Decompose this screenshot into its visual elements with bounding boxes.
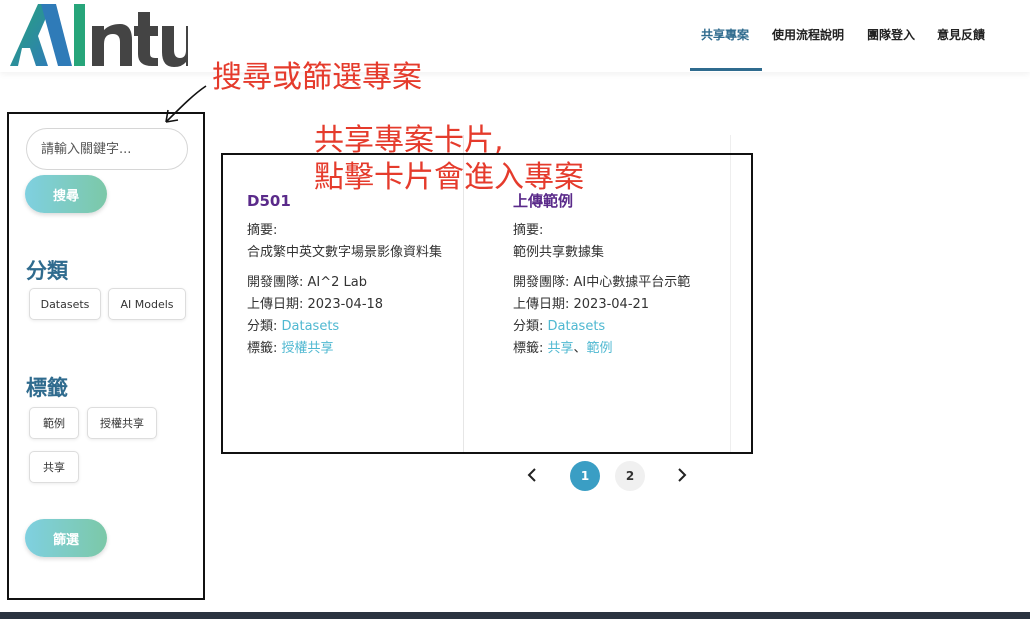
- pagination-prev-button[interactable]: [518, 461, 546, 489]
- card-tag-link[interactable]: 共享: [548, 341, 574, 356]
- card-tag-link[interactable]: 範例: [587, 341, 613, 356]
- top-header: 共享專案 使用流程說明 團隊登入 意見反饋: [0, 0, 1030, 72]
- card-tags-row: 標籤: 共享、範例: [513, 338, 723, 360]
- tag-chip-share[interactable]: 共享: [29, 451, 79, 483]
- chevron-left-icon: [527, 468, 536, 482]
- pagination-page-1[interactable]: 1: [570, 461, 600, 491]
- card-summary: 合成繁中英文數字場景影像資料集: [247, 245, 443, 260]
- project-card[interactable]: D501 摘要: 合成繁中英文數字場景影像資料集 開發團隊: AI^2 Lab …: [247, 190, 457, 360]
- pagination-next-button[interactable]: [668, 461, 696, 489]
- card-category-label: 分類:: [513, 319, 548, 334]
- card-tag-link[interactable]: 授權共享: [282, 341, 334, 356]
- card-summary: 範例共享數據集: [513, 245, 605, 260]
- card-title[interactable]: 上傳範例: [513, 190, 723, 212]
- chevron-right-icon: [678, 468, 687, 482]
- card-date: 上傳日期: 2023-04-21: [513, 297, 650, 312]
- card-tags-label: 標籤:: [513, 341, 548, 356]
- footer-bar: [0, 612, 1030, 619]
- filter-button[interactable]: 篩選: [25, 519, 107, 557]
- card-category-link[interactable]: Datasets: [548, 319, 606, 334]
- card-category-label: 分類:: [247, 319, 282, 334]
- card-team: 開發團隊: AI中心數據平台示範: [513, 275, 691, 290]
- nav-team-login[interactable]: 團隊登入: [867, 26, 915, 43]
- search-button[interactable]: 搜尋: [25, 175, 107, 213]
- aintu-logo[interactable]: [8, 0, 188, 70]
- tag-heading: 標籤: [26, 376, 68, 400]
- category-chip-ai-models[interactable]: AI Models: [108, 288, 186, 320]
- card-tags-row: 標籤: 授權共享: [247, 338, 457, 360]
- card-summary-label: 摘要:: [513, 223, 544, 238]
- card-category-link[interactable]: Datasets: [282, 319, 340, 334]
- project-card[interactable]: 上傳範例 摘要: 範例共享數據集 開發團隊: AI中心數據平台示範 上傳日期: …: [513, 190, 723, 360]
- card-summary-label: 摘要:: [247, 223, 278, 238]
- pagination-page-2[interactable]: 2: [615, 461, 645, 491]
- nav-feedback[interactable]: 意見反饋: [937, 26, 985, 43]
- card-tags-label: 標籤:: [247, 341, 282, 356]
- category-heading: 分類: [26, 259, 68, 283]
- nav-shared-projects[interactable]: 共享專案: [701, 26, 749, 43]
- card-team: 開發團隊: AI^2 Lab: [247, 275, 367, 290]
- nav-active-underline: [690, 68, 762, 71]
- card-tag-separator: 、: [573, 341, 587, 356]
- annotation-search-label: 搜尋或篩選專案: [212, 60, 422, 95]
- nav-usage-guide[interactable]: 使用流程說明: [772, 26, 844, 43]
- tag-chip-authorized-share[interactable]: 授權共享: [87, 407, 157, 439]
- tag-chip-example[interactable]: 範例: [29, 407, 79, 439]
- card-category-row: 分類: Datasets: [247, 316, 457, 338]
- card-title[interactable]: D501: [247, 190, 457, 212]
- card-category-row: 分類: Datasets: [513, 316, 723, 338]
- category-chip-datasets[interactable]: Datasets: [29, 288, 101, 320]
- card-date: 上傳日期: 2023-04-18: [247, 297, 384, 312]
- search-input[interactable]: [26, 128, 188, 170]
